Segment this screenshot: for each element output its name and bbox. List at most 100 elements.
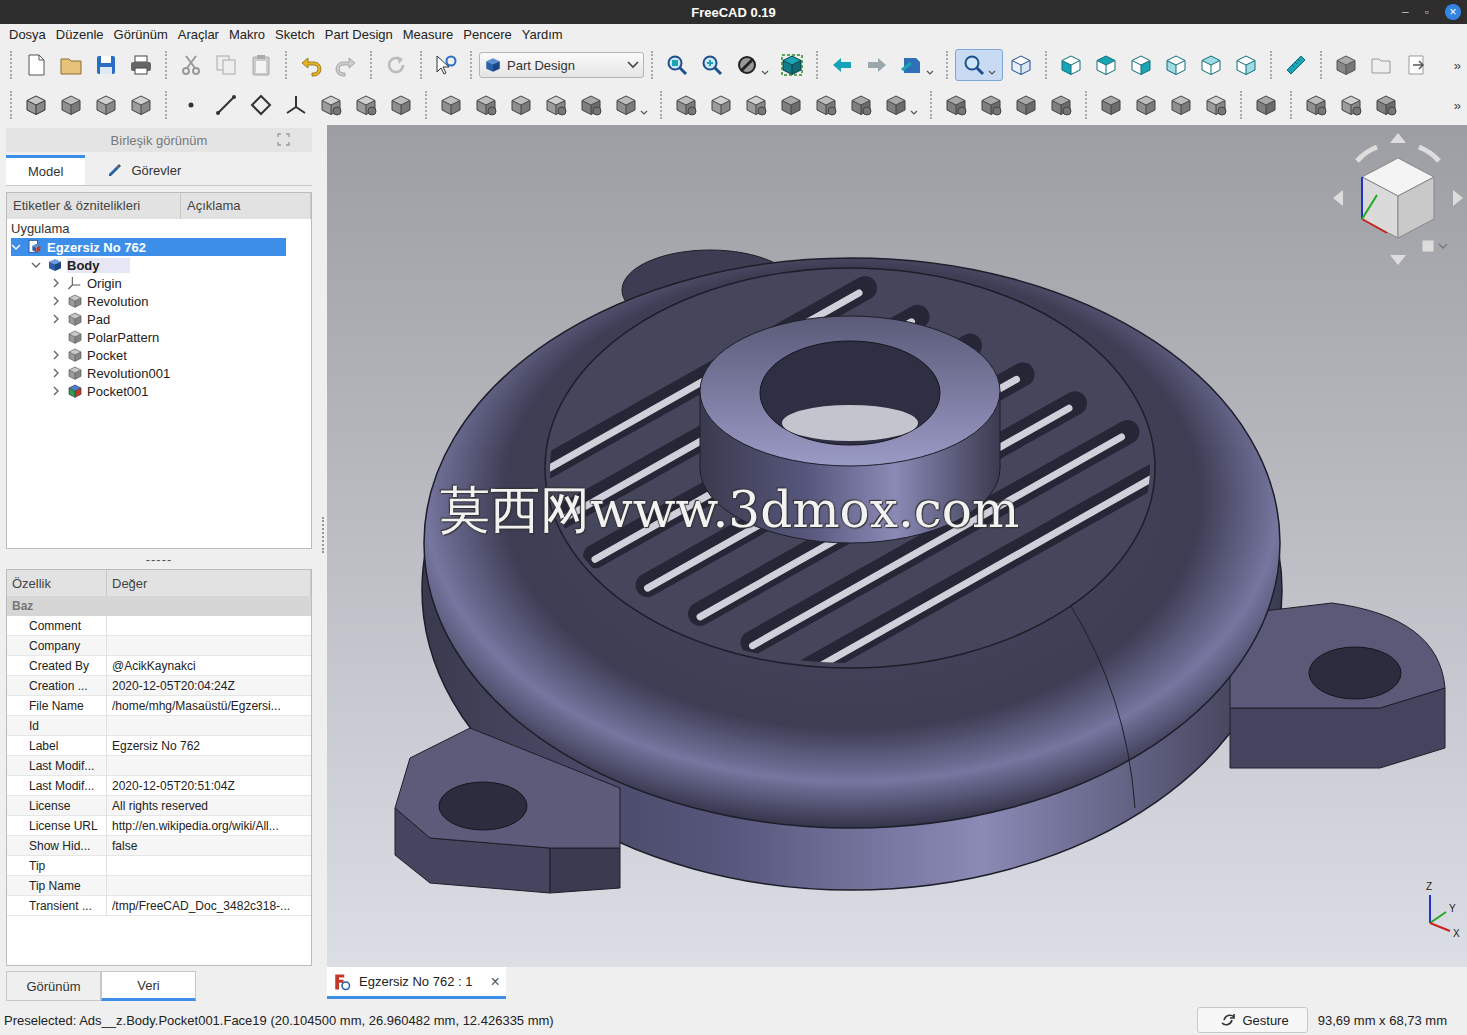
toolbar-button[interactable] [124,89,158,121]
toolbar-grip[interactable] [425,91,433,119]
toolbar-grip[interactable] [165,91,173,119]
expander[interactable] [51,348,63,363]
property-value[interactable] [107,756,311,776]
toolbar-button[interactable] [89,89,123,121]
property-row[interactable]: Tip [7,856,311,876]
toolbar-button[interactable] [539,89,573,121]
splitter-grip[interactable] [322,517,324,553]
property-value[interactable] [107,636,311,656]
toolbar-button[interactable] [574,89,608,121]
expand-arrow-icon[interactable] [51,368,61,378]
close-button[interactable]: × [1445,4,1461,20]
column-header[interactable]: Etiketler & öznitelikleri [7,193,181,219]
toolbar-grip[interactable] [420,51,428,79]
toolbar-button[interactable] [314,89,348,121]
property-value[interactable]: Egzersiz No 762 [107,736,311,756]
toolbar-button[interactable] [895,49,939,81]
expander[interactable] [51,366,63,381]
toolbar-overflow[interactable]: » [1448,58,1467,73]
toolbar-button[interactable] [609,89,653,121]
toolbar-button[interactable] [124,49,158,81]
toolbar-button[interactable] [1009,89,1043,121]
toolbar-button[interactable] [349,89,383,121]
property-row[interactable]: Comment [7,616,311,636]
toolbar-button[interactable] [1199,89,1233,121]
tree-item[interactable]: Egzersiz No 762 [7,238,311,256]
tree-item[interactable]: Pocket001 [7,382,311,400]
property-value[interactable]: All rights reserved [107,796,311,816]
panel-splitter[interactable]: ----- [6,549,312,569]
toolbar-button[interactable] [844,89,878,121]
menu-item[interactable]: Dosya [4,27,51,42]
toolbar-button[interactable] [89,49,123,81]
vertical-splitter[interactable] [318,125,327,1005]
toolbar-button[interactable] [775,49,809,81]
maximize-button[interactable]: ▫ [1425,5,1429,19]
toolbar-grip[interactable] [651,51,659,79]
property-value[interactable]: 2020-12-05T20:04:24Z [107,676,311,696]
tree-item[interactable]: Revolution [7,292,311,310]
property-row[interactable]: LicenseAll rights reserved [7,796,311,816]
toolbar-grip[interactable] [930,91,938,119]
toolbar-button[interactable] [704,89,738,121]
toolbar-button[interactable] [209,89,243,121]
tree-item[interactable]: Origin [7,274,311,292]
expander[interactable] [31,258,43,273]
property-row[interactable]: Company [7,636,311,656]
menu-item[interactable]: Düzenle [51,27,109,42]
property-row[interactable]: Tip Name [7,876,311,896]
property-row[interactable]: Last Modif...2020-12-05T20:51:04Z [7,776,311,796]
property-value[interactable]: false [107,836,311,856]
panel-tab[interactable]: Görevler [85,155,203,185]
toolbar-button[interactable] [660,49,694,81]
toolbar-button[interactable] [1054,49,1088,81]
toolbar-button[interactable] [504,89,538,121]
menu-item[interactable]: Part Design [320,27,398,42]
expander[interactable] [51,384,63,399]
property-value[interactable]: http://en.wikipedia.org/wiki/All... [107,816,311,836]
toolbar-button[interactable] [739,89,773,121]
toolbar-button[interactable] [825,49,859,81]
toolbar-button[interactable] [1159,49,1193,81]
toolbar-button[interactable] [1279,49,1313,81]
expand-arrow-icon[interactable] [51,350,61,360]
toolbar-button[interactable] [434,89,468,121]
menu-item[interactable]: Görünüm [109,27,173,42]
toolbar-button[interactable] [730,49,774,81]
expander[interactable] [51,312,63,327]
expander[interactable] [51,276,63,291]
toolbar-button[interactable] [1164,89,1198,121]
toolbar-button[interactable] [1249,89,1283,121]
menu-item[interactable]: Yardım [517,27,568,42]
toolbar-grip[interactable] [10,51,18,79]
toolbar-button[interactable] [1194,49,1228,81]
toolbar-button[interactable] [429,49,463,81]
toolbar-button[interactable] [1094,89,1128,121]
toolbar-button[interactable] [809,89,843,121]
toolbar-button[interactable] [329,49,363,81]
document-tab[interactable]: Egzersiz No 762 : 1× [327,967,506,999]
expand-arrow-icon[interactable] [51,386,61,396]
property-value[interactable] [107,716,311,736]
toolbar-grip[interactable] [1270,51,1278,79]
property-value[interactable] [107,876,311,896]
collapse-arrow-icon[interactable] [31,260,41,270]
property-row[interactable]: Created By@AcikKaynakci [7,656,311,676]
property-value[interactable] [107,856,311,876]
menu-item[interactable]: Araçlar [173,27,224,42]
expand-arrow-icon[interactable] [51,278,61,288]
toolbar-grip[interactable] [660,91,668,119]
toolbar-button[interactable] [54,49,88,81]
toolbar-button[interactable] [1364,49,1398,81]
tree-item[interactable]: PolarPattern [7,328,311,346]
workbench-selector[interactable]: Part Design [479,52,644,78]
toolbar-button[interactable] [174,89,208,121]
toolbar-overflow[interactable]: » [1448,98,1467,113]
toolbar-grip[interactable] [816,51,824,79]
toolbar-button[interactable] [209,49,243,81]
toolbar-button[interactable] [860,49,894,81]
toolbar-button[interactable] [695,49,729,81]
property-row[interactable]: Transient .../tmp/FreeCAD_Doc_3482c318-.… [7,896,311,916]
toolbar-button[interactable] [1369,89,1403,121]
toolbar-button[interactable] [1334,89,1368,121]
